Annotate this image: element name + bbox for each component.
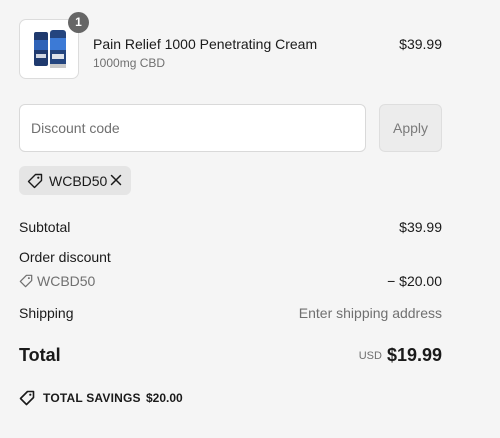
subtotal-value: $39.99 [399, 219, 442, 235]
tag-icon [19, 390, 35, 406]
applied-discount-code: WCBD50 [49, 173, 108, 189]
shipping-label: Shipping [19, 305, 74, 321]
total-amount: USD $19.99 [359, 345, 442, 366]
quantity-badge: 1 [68, 12, 89, 33]
product-image [34, 30, 66, 68]
apply-button[interactable]: Apply [379, 104, 442, 152]
shipping-value: Enter shipping address [298, 305, 442, 321]
subtotal-label: Subtotal [19, 219, 71, 235]
applied-discount-chip: WCBD50 [19, 166, 131, 195]
order-discount-label: Order discount [19, 249, 111, 265]
product-name: Pain Relief 1000 Penetrating Cream [93, 36, 318, 52]
checkout-order-summary: 1 Pain Relief 1000 Penetrating Cream 100… [0, 0, 500, 438]
tag-icon [19, 274, 33, 288]
line-item: 1 Pain Relief 1000 Penetrating Cream 100… [19, 12, 442, 81]
total-label: Total [19, 345, 61, 365]
discount-code-name: WCBD50 [37, 273, 96, 289]
tag-icon [27, 173, 43, 189]
product-variant: 1000mg CBD [93, 56, 166, 70]
currency-code: USD [358, 350, 382, 362]
product-price: $39.99 [399, 36, 442, 52]
close-icon[interactable] [108, 172, 124, 188]
total-value: $19.99 [386, 345, 442, 365]
discount-code-input[interactable] [19, 104, 366, 152]
product-thumbnail: 1 [19, 12, 89, 79]
discount-amount: − $20.00 [387, 273, 442, 289]
total-savings-label: TOTAL SAVINGS [43, 391, 141, 405]
total-savings-value: $20.00 [146, 391, 183, 405]
